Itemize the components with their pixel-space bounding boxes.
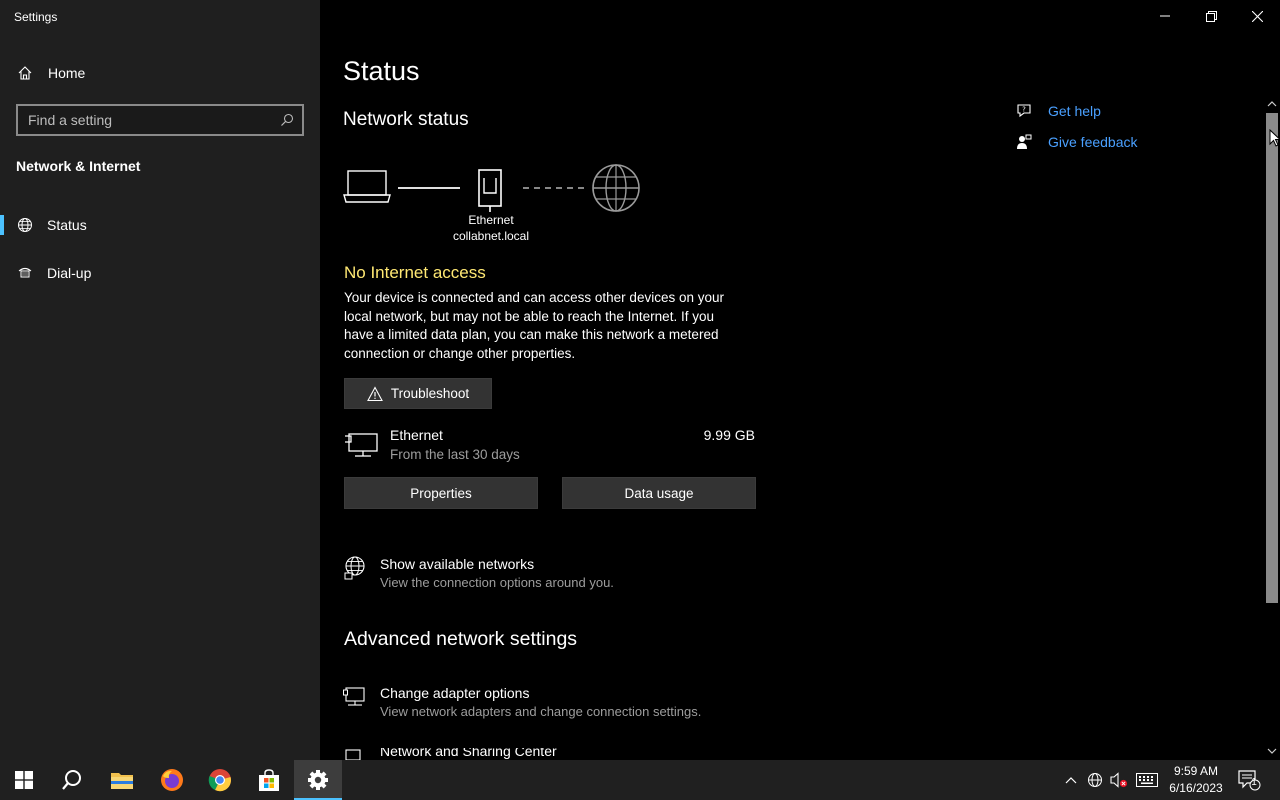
internet-globe-icon bbox=[592, 164, 640, 212]
taskbar-chrome[interactable] bbox=[196, 760, 244, 800]
search-icon[interactable] bbox=[280, 113, 294, 127]
folder-icon bbox=[111, 773, 133, 789]
show-networks-subtitle: View the connection options around you. bbox=[380, 575, 614, 590]
ethernet-name: Ethernet bbox=[390, 427, 443, 443]
taskbar-store[interactable] bbox=[245, 760, 293, 800]
advanced-settings-heading: Advanced network settings bbox=[344, 628, 578, 650]
sidebar-item-label: Status bbox=[47, 217, 87, 233]
chevron-up-icon bbox=[1065, 777, 1077, 784]
clock-time: 9:59 AM bbox=[1173, 764, 1219, 778]
search-input[interactable] bbox=[28, 111, 268, 129]
gear-icon bbox=[308, 770, 328, 790]
ethernet-period: From the last 30 days bbox=[390, 447, 520, 462]
network-status-heading: Network status bbox=[343, 109, 469, 130]
sharing-center-link[interactable]: Network and Sharing Center bbox=[343, 748, 763, 760]
connection-description: Your device is connected and can access … bbox=[344, 290, 724, 361]
app-title: Settings bbox=[14, 10, 58, 24]
sidebar-item-label: Dial-up bbox=[47, 265, 92, 281]
show-networks-title: Show available networks bbox=[380, 556, 535, 572]
adapter-icon bbox=[343, 687, 365, 706]
feedback-icon bbox=[1017, 134, 1032, 149]
sidebar-item-status[interactable]: Status bbox=[0, 209, 320, 241]
sharing-center-icon bbox=[345, 749, 361, 760]
search-icon bbox=[62, 770, 81, 790]
scroll-up-icon[interactable] bbox=[1266, 98, 1278, 110]
volume-tray-button[interactable] bbox=[1108, 760, 1130, 800]
svg-text:?: ? bbox=[1022, 106, 1026, 114]
taskbar-file-explorer[interactable] bbox=[98, 760, 146, 800]
minimize-button[interactable] bbox=[1142, 0, 1188, 32]
ethernet-icon bbox=[478, 169, 502, 212]
taskbar-firefox[interactable] bbox=[148, 760, 196, 800]
restore-icon bbox=[1205, 10, 1217, 22]
help-chat-icon: ? bbox=[1017, 104, 1031, 118]
adapter-label: Ethernet bbox=[468, 213, 514, 227]
active-indicator bbox=[0, 215, 4, 235]
sharing-center-title: Network and Sharing Center bbox=[380, 748, 557, 759]
scroll-down-icon[interactable] bbox=[1266, 745, 1278, 757]
taskbar-search-button[interactable] bbox=[48, 760, 96, 800]
store-icon bbox=[259, 769, 279, 791]
troubleshoot-button[interactable]: Troubleshoot bbox=[344, 378, 492, 409]
scrollbar-thumb[interactable] bbox=[1266, 113, 1278, 603]
warning-icon bbox=[366, 385, 383, 401]
volume-muted-icon bbox=[1110, 772, 1128, 788]
chrome-icon bbox=[208, 769, 231, 792]
data-usage-button[interactable]: Data usage bbox=[562, 477, 756, 509]
section-title: Network & Internet bbox=[16, 158, 141, 174]
clock-date: 6/16/2023 bbox=[1169, 781, 1223, 795]
nav-home[interactable]: Home bbox=[0, 58, 320, 88]
sidebar-item-dialup[interactable]: Dial-up bbox=[0, 257, 320, 289]
page-title: Status bbox=[343, 56, 420, 86]
search-box[interactable] bbox=[16, 104, 304, 136]
sidebar: Settings Home Network & Internet Status bbox=[0, 0, 320, 760]
clock[interactable]: 9:59 AM 6/16/2023 bbox=[1160, 763, 1232, 797]
show-hidden-icons-button[interactable] bbox=[1060, 760, 1082, 800]
network-globe-icon bbox=[344, 556, 365, 580]
globe-icon bbox=[18, 218, 32, 232]
get-help-label: Get help bbox=[1048, 103, 1101, 119]
properties-button[interactable]: Properties bbox=[344, 477, 538, 509]
start-button[interactable] bbox=[0, 760, 48, 800]
network-name-label: collabnet.local bbox=[452, 229, 530, 243]
show-networks-link[interactable]: Show available networks View the connect… bbox=[343, 556, 763, 600]
restore-button[interactable] bbox=[1188, 0, 1234, 32]
change-adapter-link[interactable]: Change adapter options View network adap… bbox=[343, 685, 763, 729]
home-icon bbox=[18, 66, 32, 80]
ethernet-usage: 9.99 GB bbox=[703, 427, 755, 443]
connection-state: No Internet access bbox=[344, 263, 486, 282]
close-button[interactable] bbox=[1234, 0, 1280, 32]
keyboard-icon bbox=[1136, 773, 1158, 787]
minimize-icon bbox=[1160, 15, 1170, 17]
change-adapter-subtitle: View network adapters and change connect… bbox=[380, 704, 702, 719]
mouse-cursor-icon bbox=[1269, 129, 1280, 147]
close-icon bbox=[1251, 10, 1263, 22]
firefox-icon bbox=[161, 769, 183, 791]
troubleshoot-label: Troubleshoot bbox=[390, 386, 470, 401]
notification-count-badge: 1 bbox=[1251, 777, 1257, 788]
network-globe-tray-icon bbox=[1088, 773, 1102, 787]
change-adapter-title: Change adapter options bbox=[380, 685, 530, 701]
touch-keyboard-button[interactable] bbox=[1134, 760, 1160, 800]
nav-home-label: Home bbox=[48, 65, 86, 81]
windows-logo-icon bbox=[15, 771, 33, 789]
laptop-icon bbox=[343, 170, 391, 203]
ethernet-adapter-icon bbox=[345, 433, 378, 457]
network-tray-button[interactable] bbox=[1084, 760, 1106, 800]
dialup-icon bbox=[18, 267, 32, 278]
give-feedback-label: Give feedback bbox=[1048, 134, 1138, 150]
taskbar-settings[interactable] bbox=[294, 760, 342, 800]
taskbar: 9:59 AM 6/16/2023 1 bbox=[0, 760, 1280, 800]
